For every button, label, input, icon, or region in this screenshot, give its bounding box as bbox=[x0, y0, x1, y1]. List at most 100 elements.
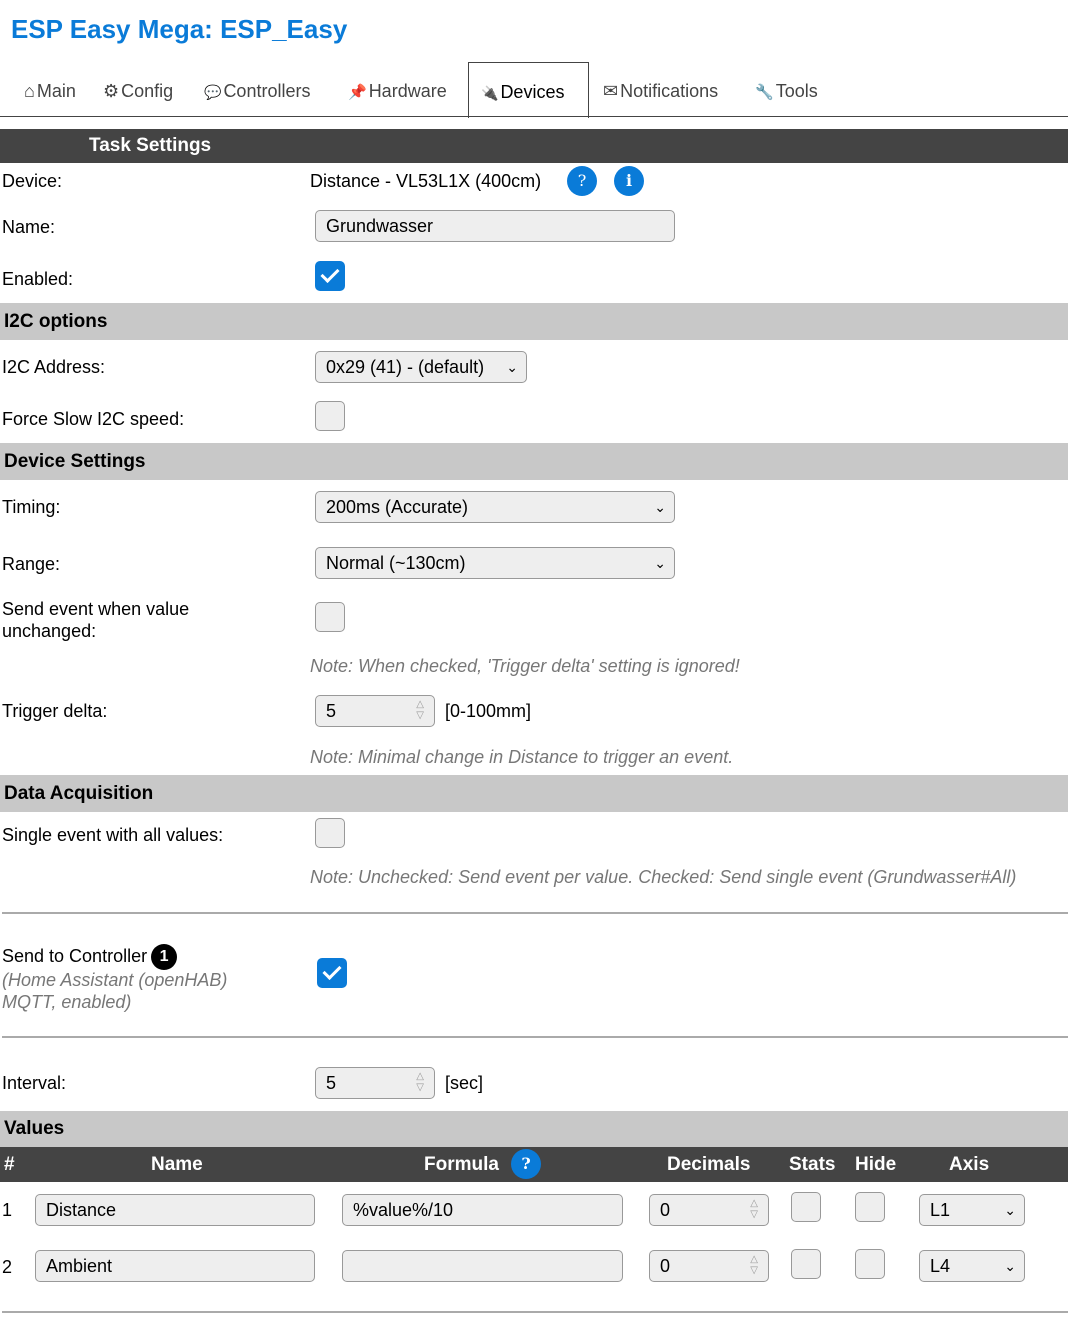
unchanged-note: Note: When checked, 'Trigger delta' sett… bbox=[310, 656, 740, 676]
trigger-delta-input[interactable]: 5 △ ▽ bbox=[315, 695, 435, 727]
column-header-stats: Stats bbox=[789, 1154, 836, 1175]
divider bbox=[2, 1311, 1068, 1313]
input-value: 0 bbox=[660, 1200, 671, 1220]
single-event-checkbox[interactable] bbox=[315, 818, 345, 848]
info-icon[interactable]: i bbox=[614, 166, 644, 196]
section-title: Data Acquisition bbox=[4, 783, 154, 804]
tab-label: Tools bbox=[775, 81, 818, 101]
input-value: 5 bbox=[326, 1073, 337, 1093]
section-title: I2C options bbox=[4, 311, 108, 332]
device-label: Device: bbox=[2, 171, 63, 191]
tab-config[interactable]: ⚙ Config bbox=[103, 62, 173, 117]
enabled-checkbox[interactable] bbox=[315, 261, 345, 291]
chevron-down-icon: ⌄ bbox=[1004, 1258, 1016, 1274]
divider bbox=[2, 912, 1068, 914]
tab-main[interactable]: ⌂ Main bbox=[24, 62, 76, 117]
range-select[interactable]: Normal (~130cm) ⌄ bbox=[315, 547, 675, 579]
chevron-down-icon: ⌄ bbox=[654, 555, 666, 571]
tab-bar: ⌂ Main ⚙ Config 💬 Controllers 📌 Hardware 🔌 De… bbox=[0, 62, 1068, 118]
tab-label: Devices bbox=[500, 82, 565, 102]
value-name-input[interactable]: Ambient bbox=[35, 1250, 315, 1282]
name-label: Name: bbox=[2, 217, 56, 237]
values-table-header: # Name Formula ? Decimals Stats Hide Axi… bbox=[0, 1147, 1068, 1182]
range-label: Range: bbox=[2, 554, 61, 574]
single-event-note: Note: Unchecked: Send event per value. C… bbox=[310, 867, 1017, 887]
value-formula-input[interactable]: %value%/10 bbox=[342, 1194, 623, 1226]
timing-label: Timing: bbox=[2, 497, 61, 517]
section-header-data-acquisition: Data Acquisition bbox=[0, 775, 1068, 812]
tab-controllers[interactable]: 💬 Controllers bbox=[204, 62, 310, 117]
section-header-task-settings: Task Settings bbox=[0, 129, 1068, 163]
timing-select[interactable]: 200ms (Accurate) ⌄ bbox=[315, 491, 675, 523]
spinner-icon[interactable]: △ ▽ bbox=[750, 1254, 758, 1276]
pushpin-icon: 📌 bbox=[348, 84, 367, 101]
chevron-down-icon: ⌄ bbox=[654, 499, 666, 515]
home-icon: ⌂ bbox=[24, 81, 35, 101]
divider bbox=[2, 1036, 1068, 1038]
controller-subtitle: MQTT, enabled) bbox=[2, 992, 132, 1012]
spinner-icon[interactable]: △ ▽ bbox=[750, 1198, 758, 1220]
trigger-delta-label: Trigger delta: bbox=[2, 701, 108, 721]
column-header-decimals: Decimals bbox=[667, 1154, 751, 1175]
label-line: Send event when value bbox=[2, 599, 190, 619]
chevron-down-icon: ⌄ bbox=[1004, 1202, 1016, 1218]
send-controller-checkbox[interactable] bbox=[317, 958, 347, 988]
interval-label: Interval: bbox=[2, 1073, 67, 1093]
value-stats-checkbox[interactable] bbox=[791, 1249, 821, 1279]
single-event-label: Single event with all values: bbox=[2, 825, 224, 845]
interval-input[interactable]: 5 △ ▽ bbox=[315, 1067, 435, 1099]
name-input[interactable]: Grundwasser bbox=[315, 210, 675, 242]
select-value: 0x29 (41) - (default) bbox=[326, 357, 485, 377]
column-header-num: # bbox=[4, 1154, 15, 1175]
section-header-values: Values bbox=[0, 1111, 1068, 1147]
tab-hardware[interactable]: 📌 Hardware bbox=[348, 62, 447, 117]
value-hide-checkbox[interactable] bbox=[855, 1249, 885, 1279]
row-number: 2 bbox=[2, 1257, 13, 1277]
controller-number-badge: 1 bbox=[151, 944, 178, 971]
help-icon[interactable]: ? bbox=[567, 166, 597, 196]
input-value: 0 bbox=[660, 1256, 671, 1276]
value-stats-checkbox[interactable] bbox=[791, 1192, 821, 1222]
value-axis-select[interactable]: L4 ⌄ bbox=[919, 1250, 1025, 1282]
value-decimals-input[interactable]: 0 △ ▽ bbox=[649, 1250, 769, 1282]
section-title: Task Settings bbox=[89, 135, 212, 156]
row-number: 1 bbox=[2, 1200, 13, 1220]
device-value: Distance - VL53L1X (400cm) bbox=[310, 171, 542, 191]
tab-tools[interactable]: 🔧 Tools bbox=[755, 62, 818, 117]
section-title: Values bbox=[4, 1118, 65, 1139]
value-name-input[interactable]: Distance bbox=[35, 1194, 315, 1226]
formula-help-icon[interactable]: ? bbox=[511, 1149, 541, 1179]
column-header-axis: Axis bbox=[949, 1154, 990, 1175]
value-hide-checkbox[interactable] bbox=[855, 1192, 885, 1222]
input-value: 5 bbox=[326, 701, 337, 721]
speech-bubble-icon: 💬 bbox=[204, 84, 222, 100]
label-line: Send to Controller 1 bbox=[2, 943, 227, 971]
plug-icon: 🔌 bbox=[481, 85, 499, 101]
envelope-icon: ✉ bbox=[603, 81, 619, 101]
slow-i2c-checkbox[interactable] bbox=[315, 401, 345, 431]
tab-label: Notifications bbox=[620, 81, 719, 101]
send-unchanged-checkbox[interactable] bbox=[315, 602, 345, 632]
select-value: 200ms (Accurate) bbox=[326, 497, 469, 517]
enabled-label: Enabled: bbox=[2, 269, 74, 289]
send-unchanged-label: Send event when value unchanged: bbox=[2, 598, 189, 642]
tab-label: Controllers bbox=[223, 81, 311, 101]
tab-notifications[interactable]: ✉ Notifications bbox=[603, 62, 718, 117]
column-header-name: Name bbox=[151, 1154, 203, 1175]
spinner-icon[interactable]: △ ▽ bbox=[416, 1071, 424, 1093]
value-axis-select[interactable]: L1 ⌄ bbox=[919, 1194, 1025, 1226]
spinner-icon[interactable]: △ ▽ bbox=[416, 699, 424, 721]
chevron-down-icon: ⌄ bbox=[506, 359, 518, 375]
tab-devices[interactable]: 🔌 Devices bbox=[468, 62, 589, 118]
interval-unit: [sec] bbox=[445, 1073, 484, 1093]
value-decimals-input[interactable]: 0 △ ▽ bbox=[649, 1194, 769, 1226]
i2c-address-select[interactable]: 0x29 (41) - (default) ⌄ bbox=[315, 351, 527, 383]
tab-label: Config bbox=[121, 81, 174, 101]
select-value: L1 bbox=[930, 1200, 951, 1220]
page-title: ESP Easy Mega: ESP_Easy bbox=[11, 14, 348, 44]
value-formula-input[interactable] bbox=[342, 1250, 623, 1282]
section-header-device-settings: Device Settings bbox=[0, 443, 1068, 480]
wrench-icon: 🔧 bbox=[755, 84, 774, 101]
tab-underline bbox=[0, 116, 1068, 117]
send-controller-label: Send to Controller 1 (Home Assistant (ope… bbox=[2, 943, 227, 1013]
